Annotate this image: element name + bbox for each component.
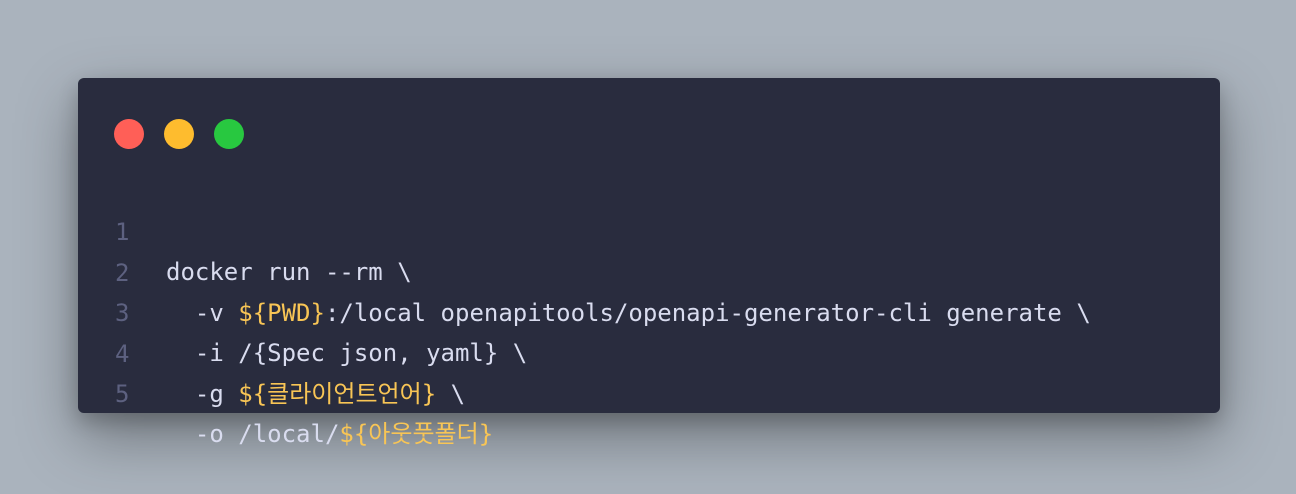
code-token: -g <box>166 379 239 408</box>
code-line: 2 -v ${PWD}:/local openapitools/openapi-… <box>78 213 1220 327</box>
code-window: 1 docker run --rm \ 2 -v ${PWD}:/local o… <box>78 78 1220 448</box>
code-token: -o /local/ <box>166 420 340 448</box>
maximize-button[interactable] <box>214 119 244 149</box>
code-line: 5 -o /local/${아웃풋폴더} <box>78 334 1220 448</box>
code-line: 1 docker run --rm \ <box>78 172 1220 286</box>
code-line: 3 -i /{Spec json, yaml} \ <box>78 253 1220 367</box>
close-button[interactable] <box>114 119 144 149</box>
code-token: \ <box>436 379 466 408</box>
variable-token: ${아웃풋폴더} <box>339 420 494 448</box>
minimize-button[interactable] <box>164 119 194 149</box>
code-block: 1 docker run --rm \ 2 -v ${PWD}:/local o… <box>78 172 1220 448</box>
code-line: 4 -g ${클라이언트언어} \ <box>78 294 1220 408</box>
line-number: 5 <box>115 380 130 408</box>
code-text: -g ${클라이언트언어} \ <box>166 374 465 414</box>
code-text: -o /local/${아웃풋폴더} <box>166 414 493 454</box>
window-controls <box>114 119 244 149</box>
variable-token: ${클라이언트언어} <box>238 379 437 408</box>
